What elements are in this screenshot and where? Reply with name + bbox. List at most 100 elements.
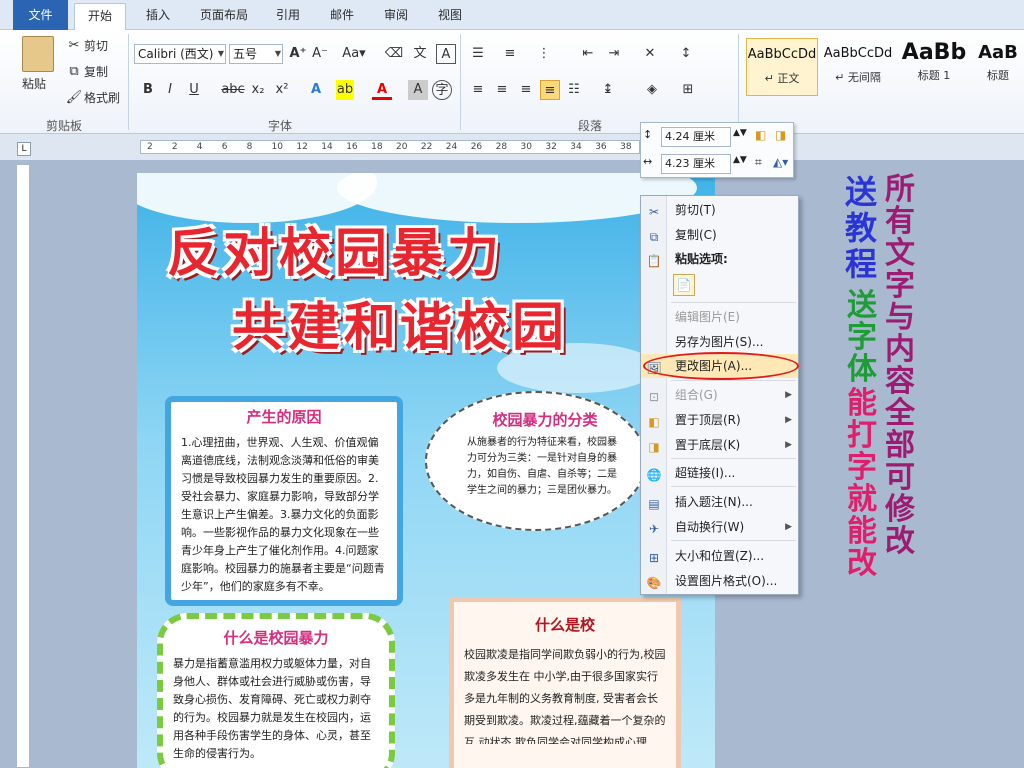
height-icon: ↕ [643,128,653,141]
width-input[interactable]: 4.23 厘米 [661,154,731,174]
character-shading-icon[interactable]: A [408,80,428,100]
menu-item-label: 另存为图片(S)... [675,335,764,349]
menu-item-cut[interactable]: ✂ 剪切(T) [641,198,798,222]
scissors-icon: ✂ [648,205,660,219]
menu-item-send-to-back[interactable]: ◨ 置于底层(K) ▶ [641,433,798,457]
menu-item-save-as-picture[interactable]: 另存为图片(S)... [641,330,798,354]
chinese-layout-icon[interactable]: ✕ [640,44,660,64]
tab-mailings[interactable]: 邮件 [322,3,362,30]
school-card[interactable]: 什么是校 校园欺凌是指同学间欺负弱小的行为,校园欺凌多发生在 中小学,由于很多国… [449,597,681,768]
strikethrough-icon[interactable]: abc [220,80,246,100]
cut-button[interactable]: 剪切 [84,36,108,56]
increase-indent-icon[interactable]: ⇥ [604,44,624,64]
poster-title-line1[interactable]: 反对校园暴力 [167,211,503,286]
copy-button[interactable]: 复制 [84,62,108,82]
character-border-icon[interactable]: A [436,44,456,64]
phonetic-guide-icon[interactable]: 文 [410,44,430,64]
menu-item-format-picture[interactable]: 🎨 设置图片格式(O)... [641,569,798,593]
numbering-icon[interactable]: ≡ [500,44,520,64]
tab-review[interactable]: 审阅 [376,3,416,30]
what-card[interactable]: 什么是校园暴力 暴力是指蓄意滥用权力或躯体力量，对自身他人、群体或社会进行威胁或… [157,613,395,768]
paste-icon: 📋 [646,254,662,268]
types-bubble[interactable]: 校园暴力的分类 从施暴者的行为特征来看，校园暴力可分为三类：一是针对自身的暴力，… [425,391,647,531]
line-spacing-icon[interactable]: ↨ [598,80,618,100]
bullets-icon[interactable]: ☰ [468,44,488,64]
ruler-tick-label: 14 [321,142,333,152]
promo-text-tutorial: 送教程 [844,173,877,283]
bold-icon[interactable]: B [138,80,158,100]
borders-icon[interactable]: ⊞ [678,80,698,100]
paste-icon[interactable] [22,36,54,72]
format-painter-icon[interactable]: 🖌 [64,88,84,108]
style-title[interactable]: AaB 标题 [972,38,1024,96]
paste-picture-icon[interactable]: 📄 [673,274,695,296]
enclose-characters-icon[interactable]: 字 [432,80,452,100]
menu-item-size-position[interactable]: ⊞ 大小和位置(Z)... [641,544,798,568]
shrink-font-icon[interactable]: A⁻ [310,44,330,64]
underline-icon[interactable]: U [184,80,204,100]
height-input[interactable]: 4.24 厘米 [661,127,731,147]
ruler-tick-label: 6 [221,142,228,152]
tab-view[interactable]: 视图 [430,3,470,30]
menu-item-insert-caption[interactable]: ▤ 插入题注(N)... [641,490,798,514]
word-window: 文件 开始 插入 页面布局 引用 邮件 审阅 视图 粘贴 ✂ 剪切 ⧉ 复制 🖌… [0,0,1024,768]
style-no-spacing[interactable]: AaBbCcDd ↵ 无间隔 [822,38,894,96]
copy-icon[interactable]: ⧉ [64,62,84,82]
spinner-icon[interactable]: ▲▼ [733,128,747,138]
menu-separator [671,486,796,487]
poster-page[interactable]: 反对校园暴力 共建和谐校园 产生的原因 1.心理扭曲，世界观、人生观、价值观偏离… [137,173,715,768]
chevron-down-icon: ▼ [217,49,224,58]
cause-card[interactable]: 产生的原因 1.心理扭曲，世界观、人生观、价值观偏离道德底线，法制观念淡薄和低俗… [165,396,403,606]
tab-page-layout[interactable]: 页面布局 [190,3,258,30]
cut-icon[interactable]: ✂ [64,36,84,56]
font-group-label: 字体 [267,119,292,133]
style-sample: AaBbCcDd [747,47,817,62]
superscript-icon[interactable]: x² [272,80,292,100]
rotate-icon[interactable]: ◭▾ [773,155,788,169]
multilevel-list-icon[interactable]: ⋮ [534,44,554,64]
submenu-arrow-icon: ▶ [785,415,792,425]
style-heading-1[interactable]: AaBb 标题 1 [898,38,970,96]
horizontal-ruler[interactable]: 2 2 4 6 8 10 12 14 16 18 20 22 24 26 28 30 32 34 36 38 [140,140,640,154]
highlight-icon[interactable]: ab [336,80,354,100]
font-size-value: 五号 [233,47,258,61]
vertical-ruler[interactable] [16,164,30,768]
justify-icon[interactable]: ≡ [540,80,560,100]
align-left-icon[interactable]: ≡ [468,80,488,100]
menu-item-label: 设置图片格式(O)... [675,574,778,588]
italic-icon[interactable]: I [160,80,180,100]
font-size-select[interactable]: 五号 ▼ [229,44,283,64]
menu-item-hyperlink[interactable]: 🌐 超链接(I)... [641,461,798,485]
school-title: 什么是校 [534,616,595,634]
format-painter-button[interactable]: 格式刷 [84,88,120,108]
subscript-icon[interactable]: x₂ [248,80,268,100]
tab-home[interactable]: 开始 [74,3,126,31]
tab-file[interactable]: 文件 [13,0,68,30]
spinner-icon[interactable]: ▲▼ [733,155,747,165]
poster-title-line2[interactable]: 共建和谐校园 [232,285,568,360]
sort-icon[interactable]: ↕ [676,44,696,64]
font-name-select[interactable]: Calibri (西文) ▼ [134,44,226,64]
menu-item-bring-to-front[interactable]: ◧ 置于顶层(R) ▶ [641,408,798,432]
tab-stop-icon[interactable]: L [17,142,31,156]
paste-button[interactable]: 粘贴 [22,74,46,94]
change-case-icon[interactable]: Aa▾ [340,44,368,64]
menu-item-label: 置于底层(K) [675,438,741,452]
crop-icon[interactable]: ⌗ [755,155,762,170]
style-normal[interactable]: AaBbCcDd ↵ 正文 [746,38,818,96]
grow-font-icon[interactable]: A⁺ [288,44,308,64]
align-right-icon[interactable]: ≡ [516,80,536,100]
clear-format-icon[interactable]: ⌫ [384,44,404,64]
bring-forward-icon[interactable]: ◧ [755,128,766,142]
font-color-icon[interactable]: A [372,80,392,100]
decrease-indent-icon[interactable]: ⇤ [578,44,598,64]
align-center-icon[interactable]: ≡ [492,80,512,100]
menu-item-copy[interactable]: ⧉ 复制(C) [641,223,798,247]
text-effects-icon[interactable]: A [306,80,326,100]
send-backward-icon[interactable]: ◨ [775,128,786,142]
menu-item-text-wrapping[interactable]: ✈ 自动换行(W) ▶ [641,515,798,539]
tab-references[interactable]: 引用 [268,3,308,30]
distributed-icon[interactable]: ☷ [564,80,584,100]
tab-insert[interactable]: 插入 [138,3,178,30]
shading-icon[interactable]: ◈ [642,80,662,100]
